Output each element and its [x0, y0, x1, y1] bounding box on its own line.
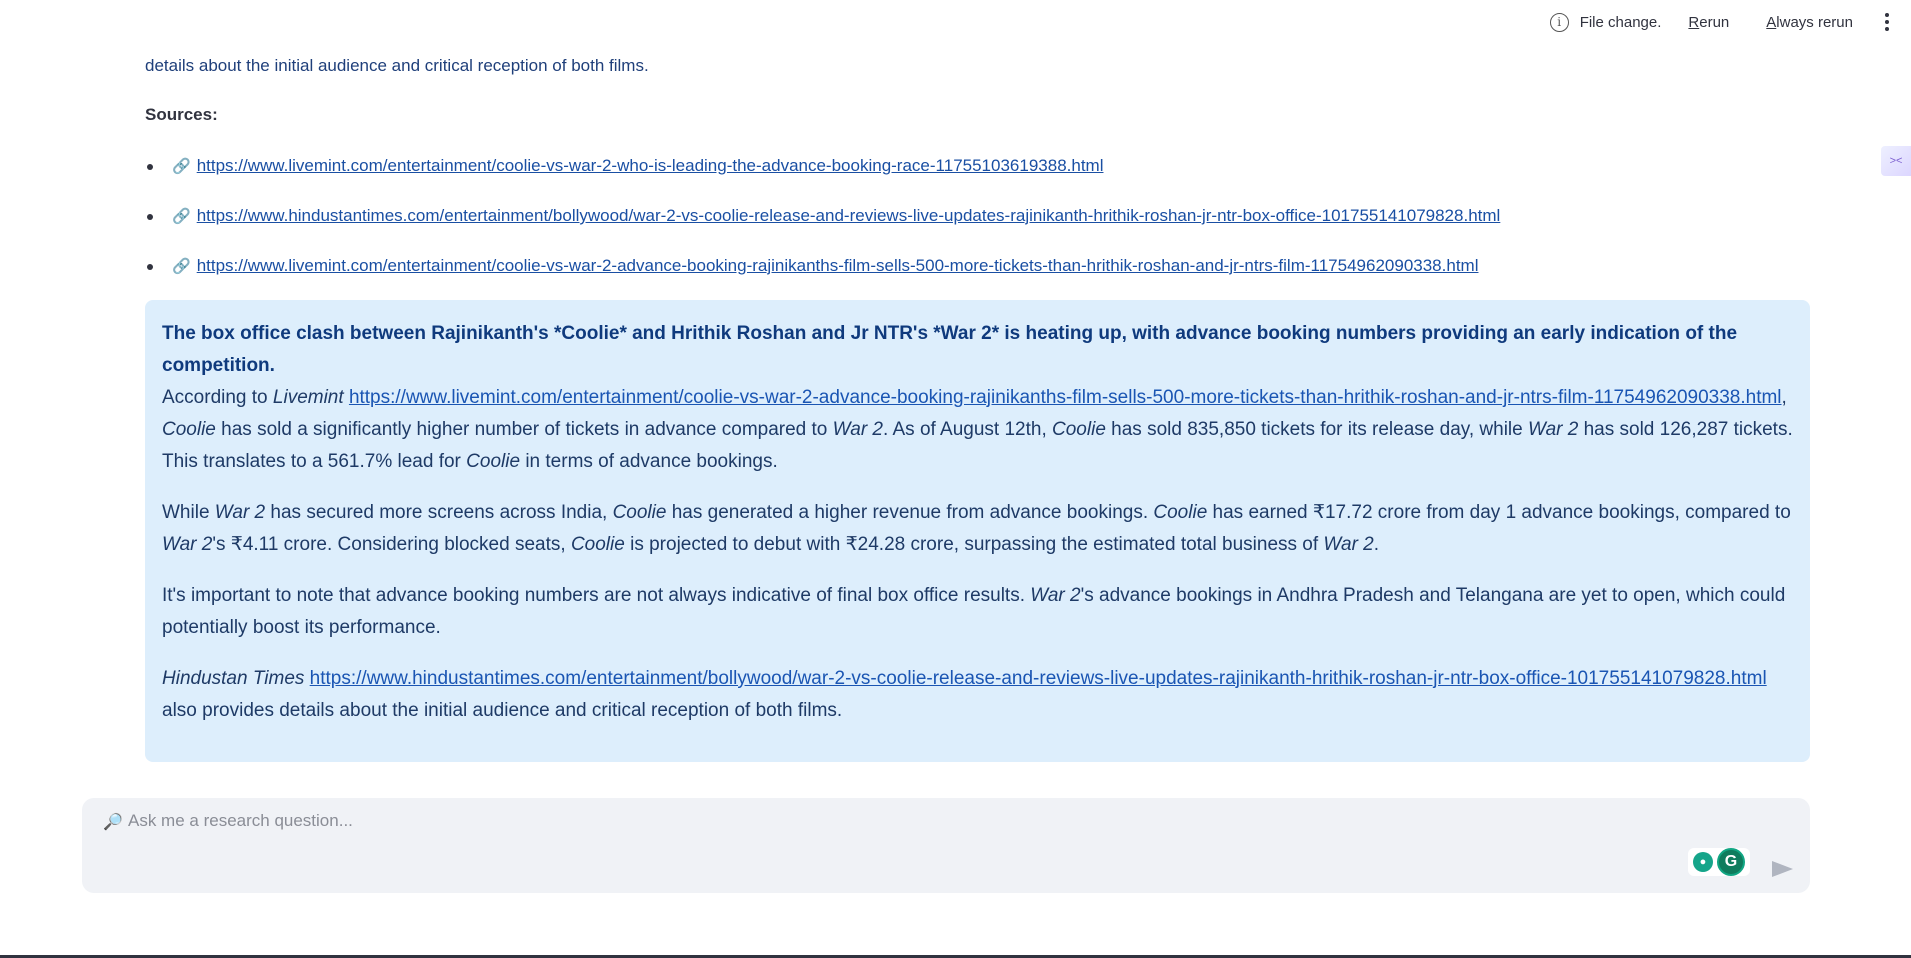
link-icon: 🔗: [172, 158, 191, 175]
answer-paragraph: According to Livemint https://www.livemi…: [162, 387, 1793, 472]
send-icon[interactable]: [1772, 861, 1793, 877]
writing-assistant-widget: ● G: [1688, 848, 1750, 876]
lightbulb-icon[interactable]: ●: [1693, 852, 1713, 872]
sources-heading: Sources:: [145, 105, 218, 124]
link-icon: 🔗: [172, 258, 191, 275]
answer-headline: The box office clash between Rajinikanth…: [162, 323, 1738, 376]
chat-input-container: 🔎 ● G: [82, 798, 1810, 893]
grammarly-icon[interactable]: G: [1717, 848, 1745, 876]
sources-list: 🔗 https://www.livemint.com/entertainment/…: [145, 150, 1500, 300]
magnifier-icon: 🔎: [103, 814, 123, 831]
answer-paragraph: It's important to note that advance book…: [162, 585, 1786, 638]
rerun-accesskey: R: [1688, 13, 1700, 31]
source-item: 🔗 https://www.hindustantimes.com/entertai…: [145, 200, 1500, 250]
rerun-button[interactable]: Rerun: [1688, 14, 1729, 31]
link-icon: 🔗: [172, 208, 191, 225]
answer-card: The box office clash between Rajinikanth…: [145, 300, 1810, 762]
file-change-status: File change.: [1579, 13, 1662, 31]
answer-paragraph: Hindustan Times https://www.hindustantim…: [162, 668, 1767, 721]
source-link[interactable]: 🔗 https://www.livemint.com/entertainment/…: [172, 156, 1103, 175]
answer-paragraph: While War 2 has secured more screens acr…: [162, 502, 1791, 555]
source-item: 🔗 https://www.livemint.com/entertainment/…: [145, 250, 1500, 300]
info-icon: i: [1549, 12, 1569, 32]
source-url: https://www.livemint.com/entertainment/c…: [196, 156, 1104, 175]
status-toolbar: i File change. Rerun Always rerun: [1549, 10, 1893, 34]
research-question-input[interactable]: [128, 806, 1628, 836]
always-rerun-label: lways rerun: [1776, 13, 1853, 31]
always-rerun-accesskey: A: [1766, 13, 1777, 31]
always-rerun-button[interactable]: Always rerun: [1766, 14, 1853, 31]
inline-source-link[interactable]: https://www.hindustantimes.com/entertain…: [310, 668, 1767, 689]
source-link[interactable]: 🔗 https://www.livemint.com/entertainment/…: [172, 256, 1478, 275]
inline-source-link[interactable]: https://www.livemint.com/entertainment/c…: [349, 387, 1782, 408]
source-url: https://www.livemint.com/entertainment/c…: [196, 256, 1479, 275]
side-panel-toggle-icon[interactable]: ><: [1881, 146, 1911, 176]
previous-message-tail: details about the initial audience and c…: [145, 56, 649, 75]
source-url: https://www.hindustantimes.com/entertain…: [196, 206, 1501, 225]
source-link[interactable]: 🔗 https://www.hindustantimes.com/entertai…: [172, 206, 1500, 225]
source-item: 🔗 https://www.livemint.com/entertainment/…: [145, 150, 1500, 200]
more-vertical-icon[interactable]: [1881, 11, 1893, 33]
rerun-label: erun: [1699, 13, 1730, 31]
